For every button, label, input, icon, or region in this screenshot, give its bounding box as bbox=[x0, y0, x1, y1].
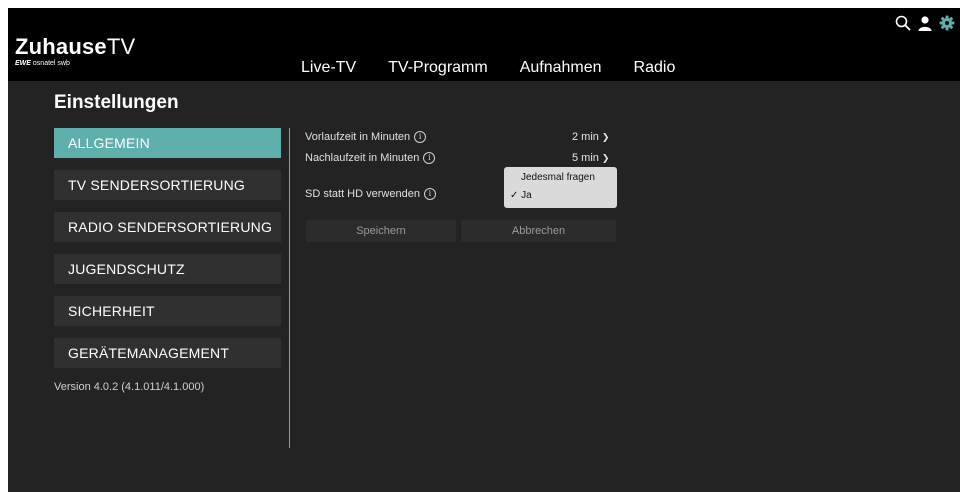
brand-sub-ewe: EWE bbox=[15, 60, 31, 67]
nav-item-aufnahmen[interactable]: Aufnahmen bbox=[520, 59, 602, 77]
brand-title-bold: Zuhause bbox=[15, 34, 107, 59]
content-divider bbox=[289, 128, 290, 448]
nachlauf-row: Nachlaufzeit in Minuten i bbox=[305, 152, 436, 165]
sidebar-item-geraetemanagement[interactable]: GERÄTEMANAGEMENT bbox=[54, 338, 281, 368]
page-title: Einstellungen bbox=[54, 92, 179, 113]
dropdown-option-jedesmal-fragen[interactable]: Jedesmal fragen bbox=[521, 172, 595, 183]
top-icons bbox=[894, 14, 960, 32]
top-bar: ZuhauseTV EWE osnatel swb Live-TV TV-Pro… bbox=[8, 8, 960, 81]
cancel-button[interactable]: Abbrechen bbox=[461, 220, 616, 242]
search-icon[interactable] bbox=[894, 14, 912, 32]
brand-sub-rest: osnatel swb bbox=[32, 60, 70, 67]
brand-title-thin: TV bbox=[106, 34, 136, 59]
info-icon[interactable]: i bbox=[414, 131, 427, 144]
sidebar-item-tv-sendersortierung[interactable]: TV SENDERSORTIERUNG bbox=[54, 170, 281, 200]
vorlauf-label: Vorlaufzeit in Minuten bbox=[305, 131, 411, 143]
dropdown-option-ja[interactable]: ✓ Ja bbox=[510, 190, 532, 201]
sidebar-item-radio-sendersortierung[interactable]: RADIO SENDERSORTIERUNG bbox=[54, 212, 281, 242]
sidebar-item-sicherheit[interactable]: SICHERHEIT bbox=[54, 296, 281, 326]
nachlauf-value: 5 min bbox=[572, 152, 599, 164]
version-label: Version 4.0.2 (4.1.011/4.1.000) bbox=[54, 381, 205, 393]
sidebar-item-jugendschutz[interactable]: JUGENDSCHUTZ bbox=[54, 254, 281, 284]
sd-hd-dropdown: Jedesmal fragen ✓ Ja bbox=[504, 167, 617, 208]
vorlauf-value: 2 min bbox=[572, 131, 599, 143]
vorlauf-row: Vorlaufzeit in Minuten i bbox=[305, 131, 427, 144]
nav-item-live-tv[interactable]: Live-TV bbox=[301, 59, 356, 77]
sd-hd-label: SD statt HD verwenden bbox=[305, 188, 420, 200]
dropdown-option-ja-label: Ja bbox=[521, 190, 532, 201]
info-icon[interactable]: i bbox=[423, 152, 436, 165]
gear-icon[interactable] bbox=[938, 14, 956, 32]
brand-subtitle: EWE osnatel swb bbox=[15, 60, 135, 68]
chevron-down-icon: ❯ bbox=[601, 132, 610, 142]
sd-hd-row: SD statt HD verwenden i bbox=[305, 188, 436, 201]
chevron-down-icon: ❯ bbox=[601, 153, 610, 163]
app-window: ZuhauseTV EWE osnatel swb Live-TV TV-Pro… bbox=[8, 8, 960, 492]
brand-title: ZuhauseTV bbox=[15, 36, 135, 58]
nav-item-tv-programm[interactable]: TV-Programm bbox=[388, 59, 488, 77]
nachlauf-select[interactable]: 5 min ❯ bbox=[572, 152, 609, 164]
brand-logo[interactable]: ZuhauseTV EWE osnatel swb bbox=[15, 36, 135, 68]
save-button[interactable]: Speichern bbox=[306, 220, 456, 242]
settings-sidebar: ALLGEMEIN TV SENDERSORTIERUNG RADIO SEND… bbox=[54, 128, 281, 380]
vorlauf-select[interactable]: 2 min ❯ bbox=[572, 131, 609, 143]
sidebar-item-allgemein[interactable]: ALLGEMEIN bbox=[54, 128, 281, 158]
check-icon: ✓ bbox=[510, 190, 519, 201]
nav-item-radio[interactable]: Radio bbox=[634, 59, 676, 77]
nachlauf-label: Nachlaufzeit in Minuten bbox=[305, 152, 420, 164]
info-icon[interactable]: i bbox=[423, 188, 436, 201]
user-icon[interactable] bbox=[916, 14, 934, 32]
main-nav: Live-TV TV-Programm Aufnahmen Radio bbox=[301, 59, 707, 77]
